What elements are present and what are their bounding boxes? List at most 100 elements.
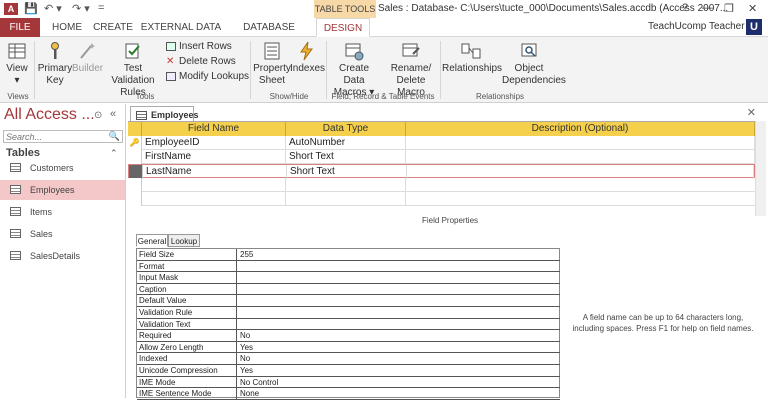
document-tab-employees[interactable]: Employees bbox=[130, 106, 199, 122]
field-name-cell[interactable]: LastName bbox=[143, 165, 287, 179]
table-row-current[interactable]: LastName Short Text bbox=[128, 164, 755, 179]
insert-rows-button[interactable]: Insert Rows bbox=[166, 41, 232, 52]
description-cell[interactable] bbox=[407, 165, 754, 179]
current-row-selector[interactable] bbox=[129, 165, 143, 179]
property-row[interactable]: Indexed No bbox=[137, 353, 560, 365]
tab-general[interactable]: General bbox=[136, 234, 168, 247]
rename-delete-macro-button[interactable]: Rename/ Delete Macro bbox=[384, 41, 438, 99]
close-icon[interactable]: ✕ bbox=[748, 2, 757, 15]
create-data-macros-button[interactable]: Create Data Macros ▾ bbox=[328, 41, 380, 99]
object-dependencies-button[interactable]: Object Dependencies bbox=[502, 41, 566, 87]
description-cell[interactable] bbox=[406, 136, 755, 150]
row-selector[interactable] bbox=[128, 178, 142, 192]
property-row[interactable]: Format bbox=[137, 260, 560, 273]
description-cell[interactable] bbox=[406, 150, 755, 164]
nav-item-employees[interactable]: Employees bbox=[0, 180, 125, 200]
property-row[interactable]: Validation Text bbox=[137, 318, 560, 331]
nav-item-label: SalesDetails bbox=[30, 251, 81, 261]
delete-rows-label: Delete Rows bbox=[179, 56, 236, 67]
user-name[interactable]: TeachUcomp Teacher ▾ bbox=[648, 21, 752, 32]
builder-button[interactable]: Builder bbox=[72, 41, 103, 75]
data-type-cell[interactable]: Short Text bbox=[286, 150, 406, 164]
help-icon[interactable]: ? bbox=[682, 2, 688, 14]
user-avatar[interactable]: U bbox=[746, 19, 762, 35]
tab-create[interactable]: CREATE bbox=[90, 18, 136, 37]
field-name-cell[interactable]: FirstName bbox=[142, 150, 286, 164]
view-button[interactable]: View ▾ bbox=[4, 41, 30, 87]
field-name-cell[interactable] bbox=[142, 192, 286, 206]
access-app-icon[interactable]: A bbox=[4, 3, 18, 15]
property-name: Input Mask bbox=[137, 272, 237, 284]
property-row[interactable]: Required No bbox=[137, 330, 560, 342]
table-row-empty[interactable] bbox=[128, 178, 755, 192]
property-value[interactable]: 255 bbox=[238, 249, 560, 260]
nav-item-salesdetails[interactable]: SalesDetails bbox=[0, 246, 125, 266]
property-row[interactable]: IME Mode No Control bbox=[137, 376, 560, 389]
field-name-cell[interactable]: EmployeeID bbox=[142, 136, 286, 150]
property-value[interactable]: No bbox=[238, 353, 560, 364]
nav-item-sales[interactable]: Sales bbox=[0, 224, 125, 244]
row-selector[interactable] bbox=[128, 192, 142, 206]
separator bbox=[34, 41, 35, 99]
property-row[interactable]: Caption bbox=[137, 283, 560, 296]
table-row[interactable]: 🔑 EmployeeID AutoNumber bbox=[128, 136, 755, 150]
collapse-icon[interactable]: « bbox=[110, 108, 116, 120]
search-icon[interactable]: 🔍 bbox=[109, 131, 120, 142]
row-selector-header bbox=[128, 122, 142, 136]
property-value[interactable] bbox=[238, 261, 560, 272]
row-selector[interactable] bbox=[128, 150, 142, 164]
property-row[interactable]: Default Value bbox=[137, 295, 560, 307]
data-type-cell[interactable]: AutoNumber bbox=[286, 136, 406, 150]
property-row[interactable]: Validation Rule bbox=[137, 307, 560, 319]
nav-menu-icon[interactable]: ⊙ bbox=[94, 110, 102, 121]
property-value[interactable] bbox=[238, 295, 560, 306]
minimize-icon[interactable]: — bbox=[702, 2, 713, 14]
data-type-cell[interactable] bbox=[286, 178, 406, 192]
tab-lookup[interactable]: Lookup bbox=[168, 234, 200, 247]
test-validation-rules-button[interactable]: Test Validation Rules bbox=[102, 41, 164, 99]
property-sheet-button[interactable]: Property Sheet bbox=[252, 41, 292, 87]
tab-database-tools[interactable]: DATABASE TOOLS bbox=[226, 18, 312, 52]
property-value[interactable] bbox=[238, 319, 560, 330]
property-value[interactable]: No Control bbox=[238, 377, 560, 388]
tab-home[interactable]: HOME bbox=[48, 18, 86, 37]
undo-icon[interactable]: ↶ ▾ bbox=[44, 2, 62, 15]
data-type-cell[interactable] bbox=[286, 192, 406, 206]
property-row[interactable]: Allow Zero Length Yes bbox=[137, 341, 560, 354]
property-value[interactable]: No bbox=[238, 330, 560, 341]
search-input[interactable] bbox=[4, 131, 108, 142]
delete-rows-button[interactable]: ✕ Delete Rows bbox=[166, 56, 236, 67]
close-document-icon[interactable]: ✕ bbox=[747, 106, 756, 119]
vertical-scrollbar[interactable] bbox=[755, 121, 766, 216]
tab-external-data[interactable]: EXTERNAL DATA bbox=[140, 18, 222, 37]
primary-key-button[interactable]: Primary Key bbox=[36, 41, 74, 87]
nav-pane-title[interactable]: All Access ... bbox=[4, 106, 95, 124]
table-row-empty[interactable] bbox=[128, 192, 755, 206]
tab-design[interactable]: DESIGN bbox=[316, 18, 370, 37]
customize-qat-icon[interactable]: = bbox=[98, 2, 104, 14]
property-value[interactable] bbox=[238, 284, 560, 295]
property-row[interactable]: Field Size 255 bbox=[137, 249, 560, 261]
modify-lookups-button[interactable]: Modify Lookups bbox=[166, 71, 249, 82]
nav-item-customers[interactable]: Customers bbox=[0, 158, 125, 178]
property-value[interactable] bbox=[238, 307, 560, 318]
redo-icon[interactable]: ↷ ▾ bbox=[72, 2, 90, 15]
tab-file[interactable]: FILE bbox=[0, 18, 40, 37]
save-icon[interactable]: 💾 bbox=[24, 2, 38, 15]
property-row[interactable]: Unicode Compression Yes bbox=[137, 365, 560, 377]
property-name: Validation Text bbox=[137, 318, 237, 330]
relationships-button[interactable]: Relationships bbox=[442, 41, 502, 75]
nav-item-items[interactable]: Items bbox=[0, 202, 125, 222]
data-type-cell[interactable]: Short Text bbox=[287, 165, 407, 179]
table-row[interactable]: FirstName Short Text bbox=[128, 150, 755, 164]
property-value[interactable]: Yes bbox=[238, 365, 560, 376]
restore-icon[interactable]: ❐ bbox=[724, 2, 734, 15]
indexes-button[interactable]: Indexes bbox=[290, 41, 325, 75]
property-row[interactable]: Input Mask bbox=[137, 272, 560, 284]
table-design-view: Employees ✕ Field Name Data Type Descrip… bbox=[128, 104, 768, 400]
property-row[interactable]: IME Sentence Mode None bbox=[137, 388, 560, 400]
field-name-cell[interactable] bbox=[142, 178, 286, 192]
property-value[interactable] bbox=[238, 272, 560, 283]
title-bar: A 💾 ↶ ▾ ↷ ▾ = TABLE TOOLS Sales : Databa… bbox=[0, 0, 768, 18]
property-value[interactable]: Yes bbox=[238, 342, 560, 353]
